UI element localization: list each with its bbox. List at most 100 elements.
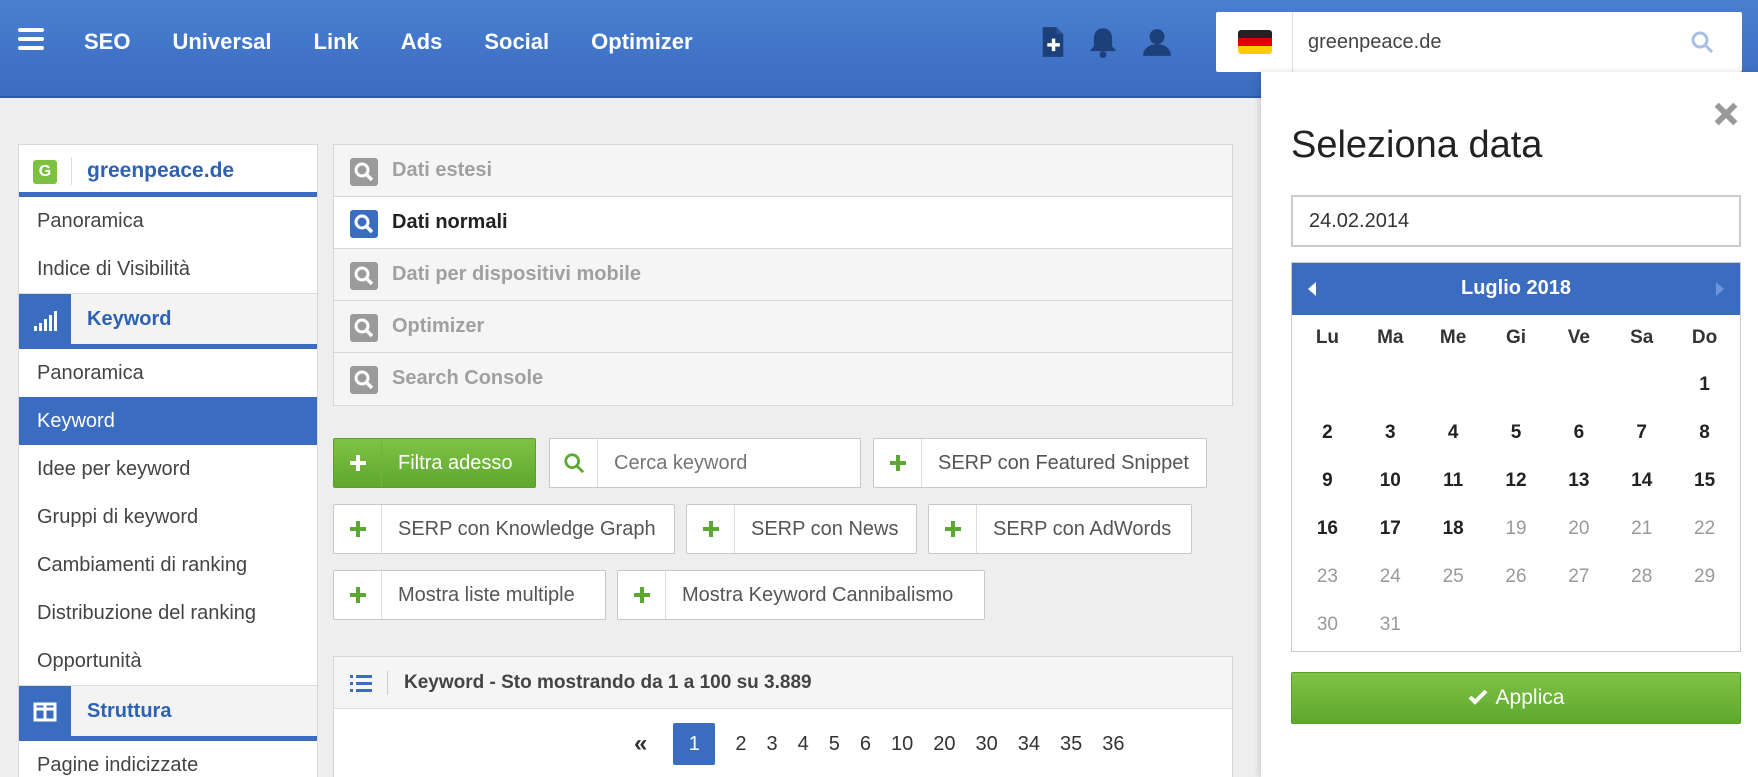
- columns-icon: [19, 686, 71, 737]
- calendar-day[interactable]: 10: [1359, 457, 1422, 505]
- cannibalism-button[interactable]: Mostra Keyword Cannibalismo: [617, 570, 985, 620]
- calendar-day[interactable]: 4: [1422, 409, 1485, 457]
- sidebar-item-idee-keyword[interactable]: Idee per keyword: [19, 445, 317, 493]
- sidebar-item-cambiamenti-ranking[interactable]: Cambiamenti di ranking: [19, 541, 317, 589]
- weekday-label: Gi: [1505, 327, 1527, 348]
- calendar-day[interactable]: 15: [1673, 457, 1736, 505]
- empty-day: [1422, 361, 1485, 409]
- sidebar-section-struttura[interactable]: Struttura: [19, 685, 317, 741]
- apply-button[interactable]: Applica: [1291, 672, 1741, 724]
- search-icon[interactable]: [1690, 30, 1714, 54]
- sidebar-item-distribuzione-ranking[interactable]: Distribuzione del ranking: [19, 589, 317, 637]
- page-button[interactable]: 30: [975, 733, 997, 756]
- nav-seo[interactable]: SEO: [84, 29, 130, 55]
- calendar-day[interactable]: 1: [1673, 361, 1736, 409]
- sidebar-item-opportunita[interactable]: Opportunità: [19, 637, 317, 685]
- sidebar-item-gruppi-keyword[interactable]: Gruppi di keyword: [19, 493, 317, 541]
- next-month-icon[interactable]: [1716, 282, 1724, 296]
- calendar-day[interactable]: 3: [1359, 409, 1422, 457]
- page-button[interactable]: 4: [798, 733, 809, 756]
- data-type-list: Dati estesi Dati normali Dati per dispos…: [333, 144, 1233, 406]
- calendar-day[interactable]: 14: [1610, 457, 1673, 505]
- calendar-day[interactable]: 8: [1673, 409, 1736, 457]
- menu-icon[interactable]: [18, 28, 44, 50]
- calendar-day-disabled: 28: [1631, 566, 1653, 587]
- datatype-dati-estesi[interactable]: Dati estesi: [334, 145, 1232, 197]
- calendar-day-disabled: 29: [1694, 566, 1716, 587]
- close-icon[interactable]: [1712, 100, 1740, 128]
- calendar-day[interactable]: 2: [1296, 409, 1359, 457]
- datatype-label: Dati normali: [392, 211, 508, 233]
- datatype-mobile[interactable]: Dati per dispositivi mobile: [334, 249, 1232, 301]
- nav-link[interactable]: Link: [314, 29, 359, 55]
- calendar-day-disabled: 22: [1694, 518, 1716, 539]
- calendar-grid: Lu Ma Me Gi Ve Sa Do 1 2 3 4 5 6 7 8 9 1…: [1292, 315, 1740, 649]
- calendar-day[interactable]: 12: [1485, 457, 1548, 505]
- page-button[interactable]: 36: [1102, 733, 1124, 756]
- calendar-day-disabled: 31: [1379, 614, 1401, 635]
- calendar-day[interactable]: 11: [1422, 457, 1485, 505]
- calendar-day[interactable]: 17: [1359, 505, 1422, 553]
- nav-ads[interactable]: Ads: [401, 29, 443, 55]
- sidebar-project[interactable]: G greenpeace.de: [19, 145, 317, 197]
- sidebar-item-pagine-indicizzate[interactable]: Pagine indicizzate: [19, 741, 317, 777]
- calendar-day[interactable]: 13: [1547, 457, 1610, 505]
- date-input[interactable]: [1291, 195, 1741, 247]
- magnifier-icon: [350, 314, 378, 342]
- datatype-optimizer[interactable]: Optimizer: [334, 301, 1232, 353]
- page-button[interactable]: 2: [735, 733, 746, 756]
- sidebar-item-indice-visibilita[interactable]: Indice di Visibilità: [19, 245, 317, 293]
- check-icon: [1468, 689, 1487, 705]
- page-button[interactable]: 3: [766, 733, 777, 756]
- weekday-label: Ma: [1377, 327, 1404, 348]
- sidebar-item-keyword[interactable]: Keyword: [19, 397, 317, 445]
- sidebar-item-kw-panoramica[interactable]: Panoramica: [19, 349, 317, 397]
- datatype-search-console[interactable]: Search Console: [334, 353, 1232, 405]
- knowledge-graph-filter-button[interactable]: SERP con Knowledge Graph: [333, 504, 675, 554]
- calendar-day[interactable]: 16: [1296, 505, 1359, 553]
- page-button[interactable]: 6: [860, 733, 871, 756]
- page-button[interactable]: 20: [933, 733, 955, 756]
- empty-day: [1296, 361, 1359, 409]
- page-button[interactable]: 35: [1060, 733, 1082, 756]
- germany-flag-icon[interactable]: [1238, 30, 1272, 54]
- page-button[interactable]: 5: [829, 733, 840, 756]
- adwords-filter-button[interactable]: SERP con AdWords: [928, 504, 1192, 554]
- keyword-search-input[interactable]: [614, 449, 844, 477]
- calendar-day[interactable]: 9: [1296, 457, 1359, 505]
- new-document-icon[interactable]: [1038, 26, 1068, 58]
- bell-icon[interactable]: [1088, 26, 1118, 58]
- calendar-day-disabled: 21: [1631, 518, 1653, 539]
- news-filter-button[interactable]: SERP con News: [686, 504, 917, 554]
- sidebar-item-panoramica[interactable]: Panoramica: [19, 197, 317, 245]
- calendar-day[interactable]: 5: [1485, 409, 1548, 457]
- datatype-dati-normali[interactable]: Dati normali: [334, 197, 1232, 249]
- first-page-button[interactable]: «: [634, 730, 647, 758]
- nav-optimizer[interactable]: Optimizer: [591, 29, 692, 55]
- featured-snippet-filter-button[interactable]: SERP con Featured Snippet: [873, 438, 1207, 488]
- filter-label: Mostra Keyword Cannibalismo: [682, 584, 954, 606]
- sidebar: G greenpeace.de Panoramica Indice di Vis…: [18, 144, 318, 777]
- magnifier-icon: [350, 210, 378, 238]
- calendar-month: Luglio 2018: [1460, 277, 1572, 299]
- filter-now-button[interactable]: Filtra adesso: [333, 438, 536, 488]
- calendar-day[interactable]: 6: [1547, 409, 1610, 457]
- multiple-lists-button[interactable]: Mostra liste multiple: [333, 570, 606, 620]
- search-icon[interactable]: [550, 439, 598, 487]
- nav-social[interactable]: Social: [484, 29, 549, 55]
- sidebar-section-keyword[interactable]: Keyword: [19, 293, 317, 349]
- main-nav: SEO Universal Link Ads Social Optimizer: [84, 0, 735, 84]
- domain-input[interactable]: [1308, 26, 1668, 58]
- filter-label: SERP con AdWords: [993, 518, 1172, 540]
- page-1-button[interactable]: 1: [673, 723, 716, 765]
- weekday-label: Do: [1691, 327, 1718, 348]
- page-button[interactable]: 10: [891, 733, 913, 756]
- page-button[interactable]: 34: [1018, 733, 1040, 756]
- calendar-day[interactable]: 18: [1422, 505, 1485, 553]
- user-icon[interactable]: [1142, 26, 1172, 58]
- empty-day: [1485, 361, 1548, 409]
- nav-universal[interactable]: Universal: [172, 29, 271, 55]
- calendar-day[interactable]: 7: [1610, 409, 1673, 457]
- empty-day: [1610, 361, 1673, 409]
- magnifier-icon: [350, 262, 378, 290]
